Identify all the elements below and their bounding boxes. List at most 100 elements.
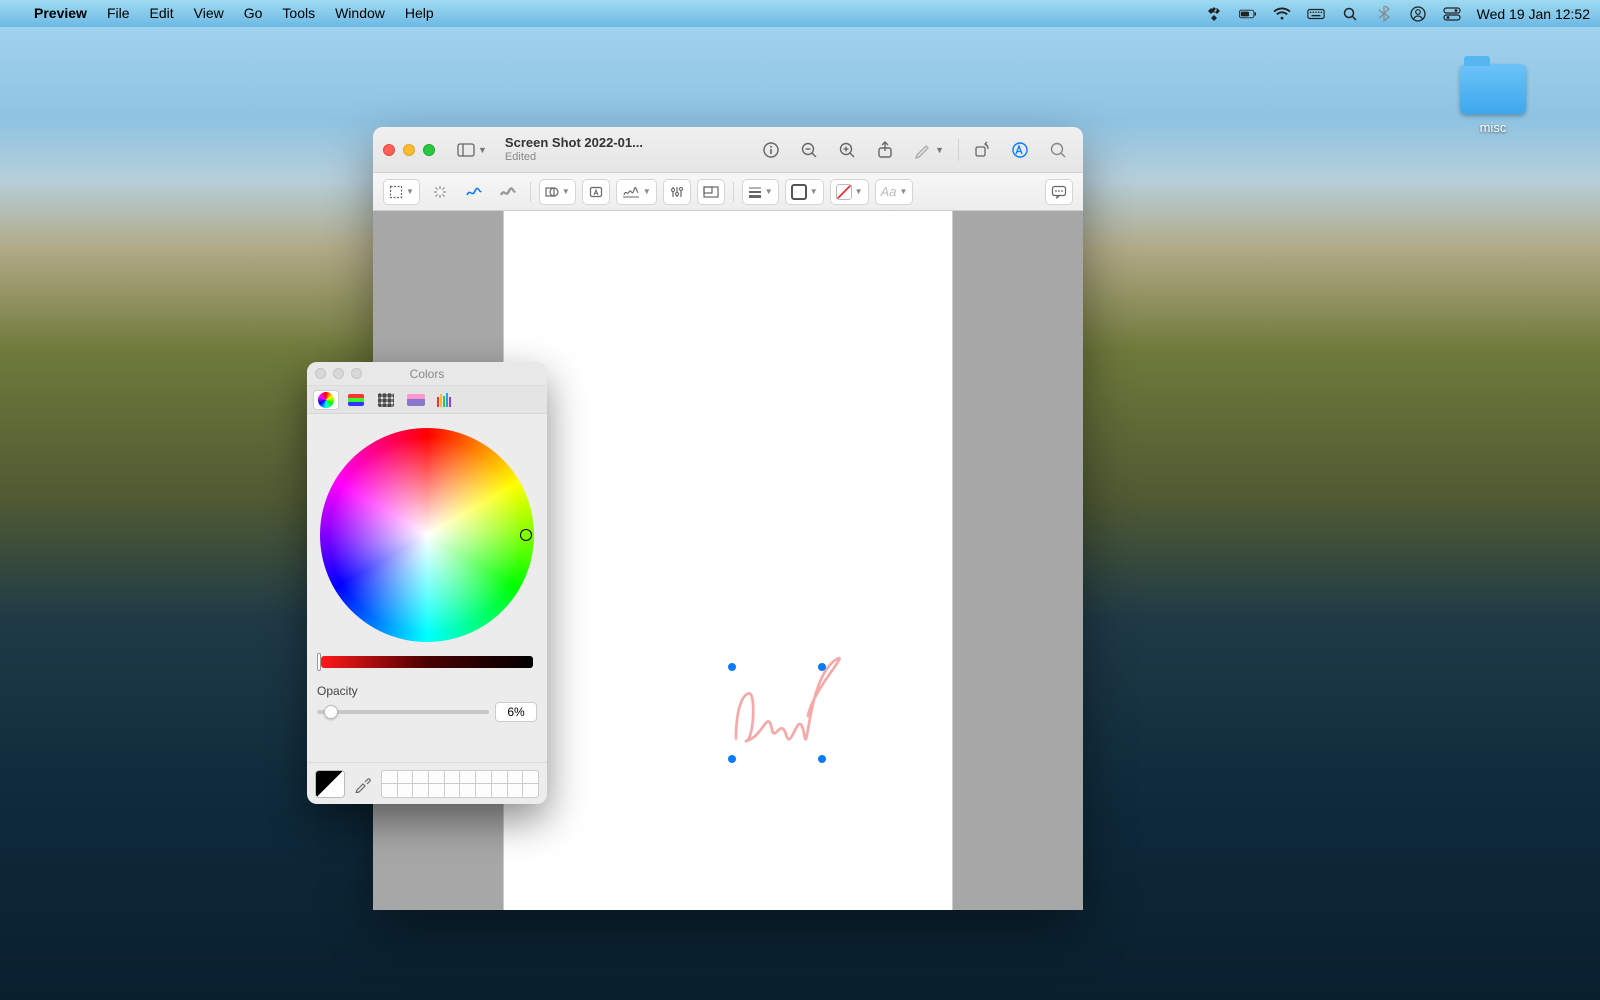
chevron-down-icon: ▼ — [899, 187, 907, 196]
zoom-out-button[interactable] — [794, 136, 824, 164]
annotate-description-button[interactable] — [1045, 179, 1073, 205]
resize-handle[interactable] — [728, 663, 736, 671]
pencils-tab[interactable] — [433, 390, 459, 410]
folder-label: misc — [1454, 120, 1532, 135]
resize-handle[interactable] — [818, 663, 826, 671]
keyboard-icon[interactable] — [1307, 5, 1325, 23]
saved-swatches[interactable] — [381, 770, 539, 798]
text-style-button[interactable]: Aa ▼ — [875, 179, 914, 205]
pencils-icon — [437, 393, 455, 407]
chevron-down-icon: ▼ — [478, 145, 487, 155]
chevron-down-icon: ▼ — [935, 145, 944, 155]
image-tab[interactable] — [403, 390, 429, 410]
menu-help[interactable]: Help — [395, 0, 444, 27]
toolbar-separator — [958, 139, 959, 161]
sliders-icon — [348, 394, 364, 406]
document-page[interactable] — [504, 211, 952, 910]
instant-alpha-button[interactable] — [426, 179, 454, 205]
menu-view[interactable]: View — [184, 0, 234, 27]
chevron-down-icon: ▼ — [643, 187, 651, 196]
current-color-swatch[interactable] — [315, 770, 345, 798]
bluetooth-off-icon[interactable] — [1375, 5, 1393, 23]
no-fill-swatch — [836, 184, 852, 200]
sketch-tool-button[interactable] — [460, 179, 488, 205]
shapes-button[interactable]: ▼ — [539, 179, 576, 205]
color-wheel-icon — [318, 392, 334, 408]
adjust-color-button[interactable] — [663, 179, 691, 205]
panel-zoom-button[interactable] — [351, 368, 362, 379]
image-palette-icon — [407, 394, 425, 406]
macos-menubar: Preview File Edit View Go Tools Window H… — [0, 0, 1600, 27]
signature-annotation[interactable] — [732, 667, 822, 759]
colors-body: Opacity 6% — [307, 414, 547, 762]
minimize-button[interactable] — [403, 144, 415, 156]
search-button[interactable] — [1043, 136, 1073, 164]
opacity-control: Opacity 6% — [317, 684, 537, 722]
document-subtitle: Edited — [505, 151, 643, 163]
brightness-slider[interactable] — [321, 656, 533, 668]
opacity-knob[interactable] — [324, 705, 338, 719]
wifi-icon[interactable] — [1273, 5, 1291, 23]
resize-handle[interactable] — [728, 755, 736, 763]
colors-footer — [307, 762, 547, 804]
close-button[interactable] — [383, 144, 395, 156]
colors-titlebar[interactable]: Colors — [307, 362, 547, 386]
rotate-button[interactable] — [967, 136, 997, 164]
border-color-swatch — [791, 184, 807, 200]
control-center-icon[interactable] — [1443, 5, 1461, 23]
color-wheel-cursor[interactable] — [520, 529, 532, 541]
brightness-knob[interactable] — [317, 653, 321, 671]
user-icon[interactable] — [1409, 5, 1427, 23]
toolbar-separator — [530, 182, 531, 202]
opacity-value-field[interactable]: 6% — [495, 702, 537, 722]
border-color-button[interactable]: ▼ — [785, 179, 824, 205]
panel-title: Colors — [410, 367, 445, 381]
opacity-label: Opacity — [317, 684, 537, 698]
panel-traffic-lights — [315, 368, 362, 379]
wheel-tab[interactable] — [313, 390, 339, 410]
menubar-left: Preview File Edit View Go Tools Window H… — [10, 0, 444, 27]
spotlight-icon[interactable] — [1341, 5, 1359, 23]
markup-toggle-button[interactable] — [1005, 136, 1035, 164]
sidebar-toggle-button[interactable]: ▼ — [451, 136, 493, 164]
markup-toolbar: ▼ ▼ ▼ — [373, 173, 1083, 211]
color-wheel[interactable] — [320, 428, 534, 642]
text-tool-button[interactable] — [582, 179, 610, 205]
desktop-folder-misc[interactable]: misc — [1454, 64, 1532, 135]
preview-toolbar: ▼ Screen Shot 2022-01... Edited ▼ — [373, 127, 1083, 173]
chevron-down-icon: ▼ — [406, 187, 414, 196]
share-button[interactable] — [870, 136, 900, 164]
battery-icon[interactable] — [1239, 5, 1257, 23]
dropbox-icon[interactable] — [1205, 5, 1223, 23]
app-menu[interactable]: Preview — [24, 0, 97, 27]
palettes-tab[interactable] — [373, 390, 399, 410]
sign-button[interactable]: ▼ — [616, 179, 657, 205]
menubar-clock[interactable]: Wed 19 Jan 12:52 — [1477, 6, 1590, 22]
panel-minimize-button[interactable] — [333, 368, 344, 379]
draw-tool-button[interactable] — [494, 179, 522, 205]
info-button[interactable] — [756, 136, 786, 164]
adjust-size-button[interactable] — [697, 179, 725, 205]
toolbar-separator — [733, 182, 734, 202]
menu-tools[interactable]: Tools — [272, 0, 325, 27]
line-weight-button[interactable]: ▼ — [742, 179, 779, 205]
menubar-right: Wed 19 Jan 12:52 — [1205, 5, 1590, 23]
highlight-button[interactable]: ▼ — [908, 136, 950, 164]
zoom-button[interactable] — [423, 144, 435, 156]
zoom-in-button[interactable] — [832, 136, 862, 164]
menu-file[interactable]: File — [97, 0, 140, 27]
selection-tool-button[interactable]: ▼ — [383, 179, 420, 205]
chevron-down-icon: ▼ — [855, 187, 863, 196]
menu-window[interactable]: Window — [325, 0, 395, 27]
menu-edit[interactable]: Edit — [140, 0, 184, 27]
menu-go[interactable]: Go — [234, 0, 273, 27]
sliders-tab[interactable] — [343, 390, 369, 410]
eyedropper-button[interactable] — [353, 774, 373, 794]
panel-close-button[interactable] — [315, 368, 326, 379]
text-style-icon: Aa — [881, 184, 897, 199]
fill-color-button[interactable]: ▼ — [830, 179, 869, 205]
window-title: Screen Shot 2022-01... Edited — [505, 136, 643, 162]
resize-handle[interactable] — [818, 755, 826, 763]
chevron-down-icon: ▼ — [765, 187, 773, 196]
opacity-slider[interactable] — [317, 710, 489, 714]
